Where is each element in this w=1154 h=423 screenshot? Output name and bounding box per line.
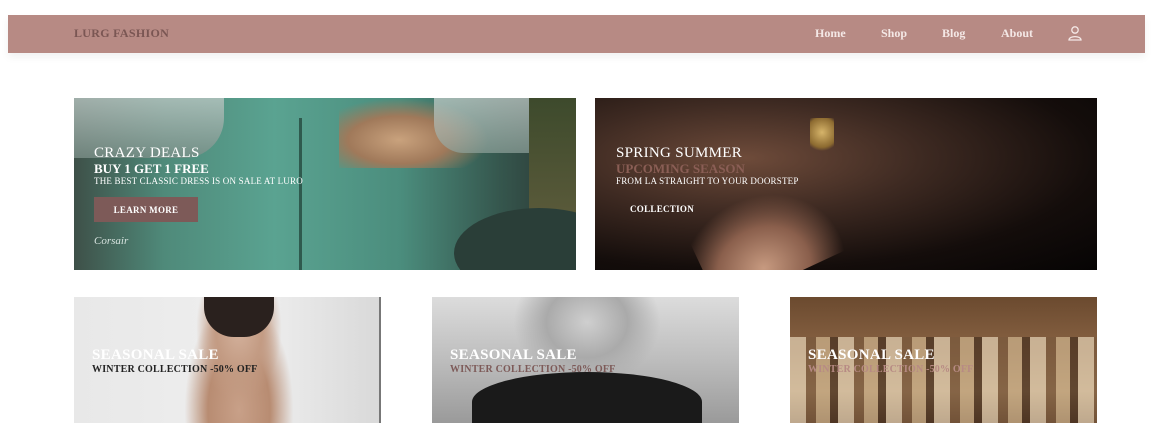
nav-link-shop[interactable]: Shop (881, 26, 907, 41)
earring-image (810, 118, 834, 154)
dress-image (472, 372, 702, 423)
brand-logo[interactable]: LURG FASHION (74, 26, 169, 41)
banner-2-title: SPRING SUMMER (616, 145, 743, 161)
user-icon[interactable] (1067, 25, 1083, 41)
sale-card-subtitle: WINTER COLLECTION -50% OFF (92, 364, 258, 375)
banner-1-title: CRAZY DEALS (94, 145, 200, 161)
nav-link-blog[interactable]: Blog (942, 26, 965, 41)
car-rear-window-image (434, 98, 534, 153)
sale-card-2[interactable]: SEASONAL SALE WINTER COLLECTION -50% OFF (432, 297, 739, 423)
sale-card-3[interactable]: SEASONAL SALE WINTER COLLECTION -50% OFF (790, 297, 1097, 423)
nav-link-home[interactable]: Home (815, 26, 846, 41)
sale-card-subtitle: WINTER COLLECTION -50% OFF (808, 364, 974, 375)
banner-1-caption: THE BEST CLASSIC DRESS IS ON SALE AT LUR… (94, 176, 303, 186)
sale-card-title: SEASONAL SALE (92, 347, 219, 363)
background-trees-image (529, 98, 576, 218)
navbar: LURG FASHION Home Shop Blog About (8, 15, 1145, 53)
banner-2-caption: FROM LA STRAIGHT TO YOUR DOORSTEP (616, 176, 799, 186)
banner-2-subtitle: UPCOMING SEASON (616, 161, 745, 176)
sale-card-subtitle: WINTER COLLECTION -50% OFF (450, 364, 616, 375)
car-script-logo: Corsair (94, 235, 129, 247)
car-door-line (299, 118, 302, 270)
sale-card-1[interactable]: SEASONAL SALE WINTER COLLECTION -50% OFF (74, 297, 381, 423)
collection-button[interactable]: COLLECTION (630, 204, 694, 214)
banner-1-subtitle: BUY 1 GET 1 FREE (94, 161, 209, 176)
sale-card-title: SEASONAL SALE (808, 347, 935, 363)
sale-card-title: SEASONAL SALE (450, 347, 577, 363)
car-fender-image (454, 208, 576, 270)
nav-link-about[interactable]: About (1001, 26, 1033, 41)
learn-more-button[interactable]: LEARN MORE (94, 197, 198, 222)
